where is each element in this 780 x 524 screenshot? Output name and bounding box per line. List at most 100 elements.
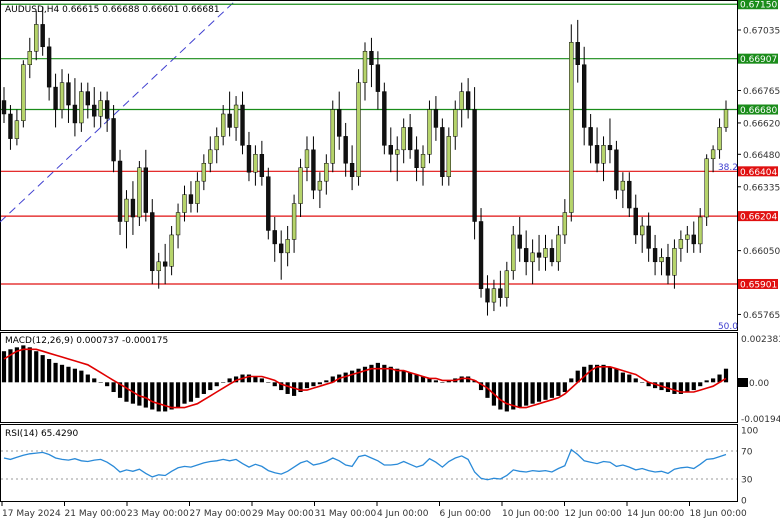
candle-bull (137, 168, 141, 217)
rsi-tick-label: 100 (741, 427, 758, 437)
candle-bull (531, 253, 535, 262)
time-tick-label: 10 Jun 00:00 (502, 509, 559, 519)
macd-bar (531, 382, 535, 403)
candle-bull (563, 213, 567, 235)
time-tick-label: 21 May 00:00 (65, 509, 127, 519)
candle-bear (311, 150, 315, 190)
rsi-tick-label: 0 (741, 497, 747, 507)
macd-bar (228, 378, 232, 382)
macd-bar (589, 365, 593, 382)
macd-bar (324, 380, 328, 382)
candle-bull (672, 248, 676, 275)
price-tick-label: 0.66050 (743, 247, 780, 257)
candle-bull (60, 83, 64, 110)
macd-bar (363, 367, 367, 383)
candle-bull (125, 199, 129, 221)
macd-bar (66, 367, 70, 383)
macd-bar (318, 382, 322, 384)
candle-bear (260, 154, 264, 176)
candle-bull (505, 271, 509, 298)
candle-bull (34, 24, 38, 51)
candle-bear (247, 145, 251, 172)
macd-bar (202, 382, 206, 394)
price-level-label: 0.66204 (740, 213, 777, 223)
price-level-label: 0.66680 (740, 106, 777, 116)
candle-bull (99, 101, 103, 117)
candle-bull (492, 289, 496, 302)
candle-bear (537, 253, 541, 257)
macd-bar (382, 365, 386, 382)
macd-bar (41, 355, 45, 382)
candle-bear (518, 235, 522, 248)
macd-bar (189, 382, 193, 401)
macd-bar (28, 347, 32, 382)
macd-bar (157, 382, 161, 411)
macd-bar (47, 359, 51, 382)
candle-bear (150, 213, 154, 271)
candle-bull (556, 235, 560, 262)
macd-bar (550, 382, 554, 398)
candle-bear (41, 24, 45, 46)
macd-bar (634, 378, 638, 382)
macd-bar (402, 371, 406, 383)
candle-bull (402, 127, 406, 149)
candle-bear (389, 145, 393, 154)
candle-bear (576, 42, 580, 64)
candle-bear (92, 105, 96, 116)
candle-bear (589, 127, 593, 145)
price-level-label: 0.67150 (740, 1, 777, 11)
candle-bear (144, 168, 148, 213)
candle-bull (208, 150, 212, 163)
candle-bear (47, 47, 51, 87)
chart-svg: 0.670350.667650.666200.664800.663350.660… (0, 0, 780, 520)
fib-label-50: 50.0 (718, 322, 738, 332)
macd-bar (163, 382, 167, 411)
macd-bar (99, 382, 103, 383)
candle-bull (234, 105, 238, 127)
rsi-tick-label: 70 (741, 448, 753, 458)
candle-bull (460, 92, 464, 110)
macd-bar (137, 382, 141, 405)
candle-bear (337, 110, 341, 137)
candle-bear (382, 92, 386, 146)
macd-bar (524, 382, 528, 405)
candle-bear (550, 248, 554, 261)
candle-bear (2, 101, 6, 114)
macd-bar (221, 382, 225, 383)
macd-bar (543, 382, 547, 399)
candle-bull (711, 150, 715, 159)
macd-bar (170, 382, 174, 409)
macd-bar (253, 376, 257, 382)
macd-bar (518, 382, 522, 407)
candle-bull (705, 159, 709, 217)
candle-bear (440, 127, 444, 176)
candle-bear (653, 248, 657, 261)
macd-bar (440, 382, 444, 383)
candle-bear (498, 289, 502, 298)
candle-bear (131, 199, 135, 217)
candle-bear (163, 262, 167, 266)
candle-bear (105, 101, 109, 119)
candle-bull (286, 239, 290, 252)
candle-bull (569, 42, 573, 212)
macd-bar (247, 375, 251, 383)
time-tick-label: 29 May 00:00 (252, 509, 314, 519)
candle-bear (9, 114, 13, 139)
candle-bull (292, 204, 296, 240)
macd-bar (505, 382, 509, 411)
price-tick-label: 0.66765 (743, 87, 780, 97)
macd-bar (569, 378, 573, 382)
macd-bar (195, 382, 199, 398)
macd-bar (640, 382, 644, 383)
macd-tick-top: 0.002383 (741, 335, 780, 345)
macd-bar (685, 382, 689, 392)
macd-bar (286, 382, 290, 394)
candle-bull (718, 127, 722, 149)
macd-bar (556, 382, 560, 396)
macd-bar (350, 371, 354, 383)
candle-bear (434, 110, 438, 128)
macd-bar (498, 382, 502, 409)
macd-bar (92, 378, 96, 382)
candle-bear (582, 65, 586, 128)
macd-bar (79, 371, 83, 383)
